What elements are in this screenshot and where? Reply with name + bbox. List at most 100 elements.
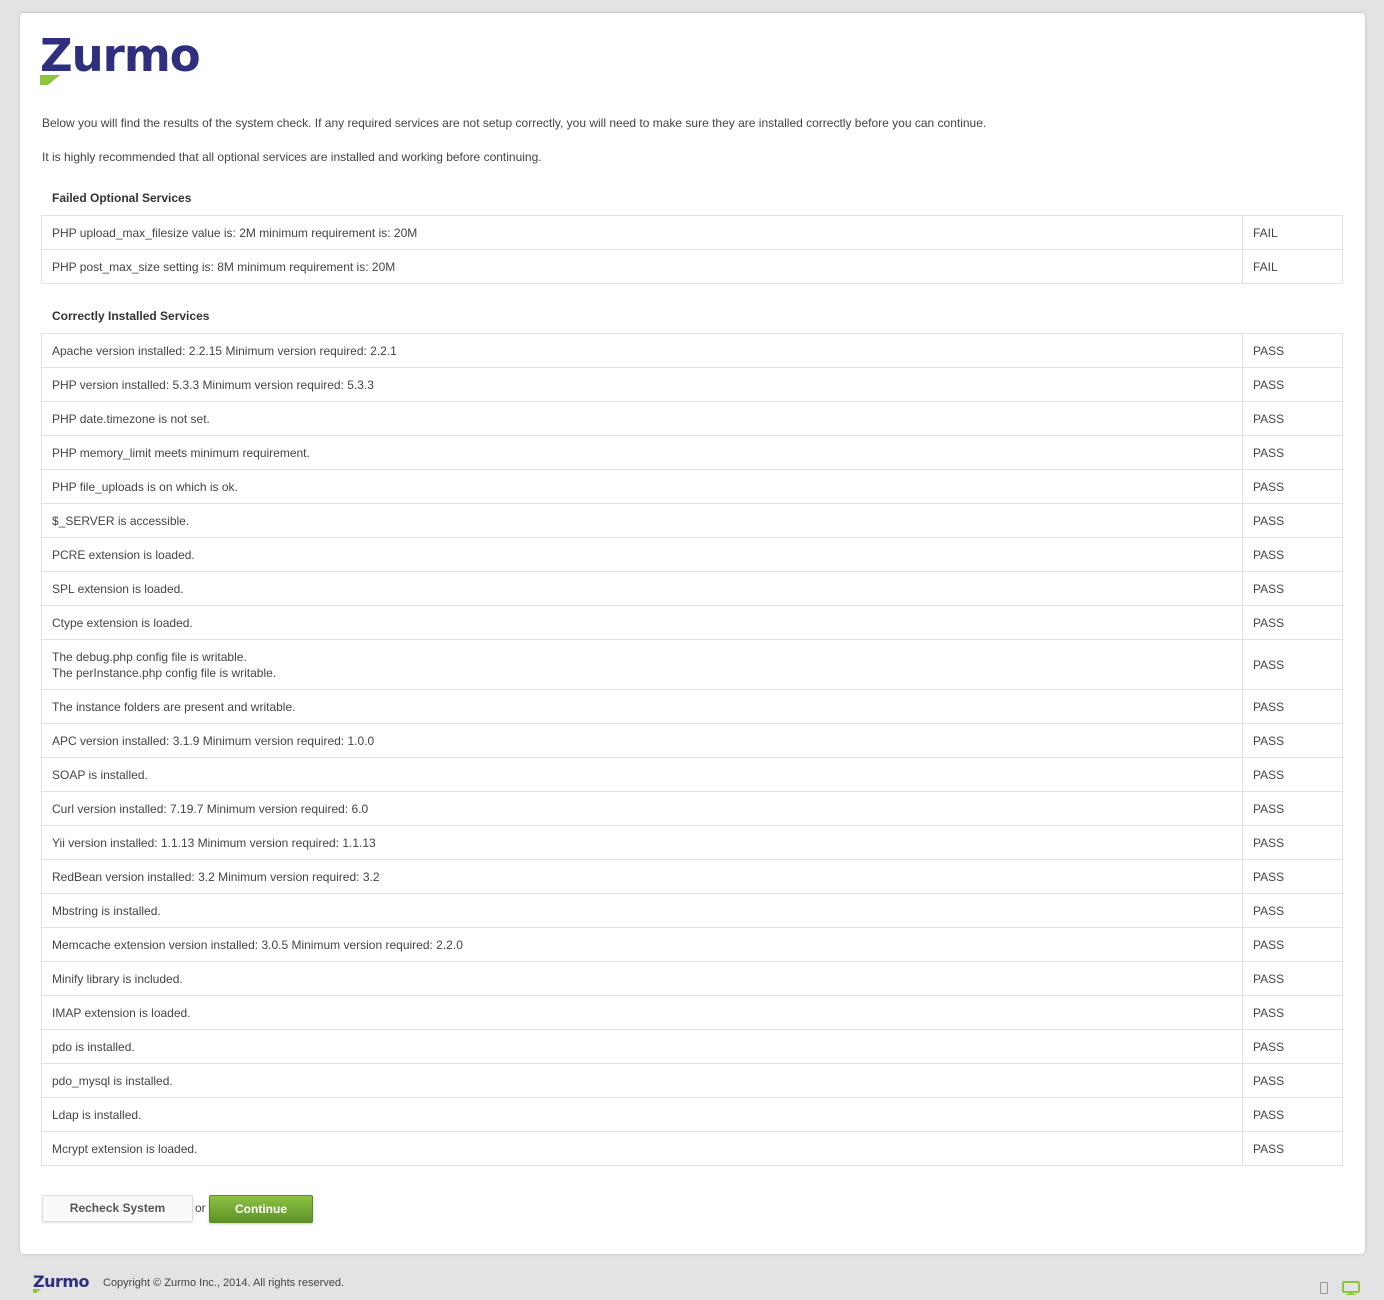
check-status: PASS: [1242, 961, 1343, 996]
check-label: Mbstring is installed.: [41, 893, 1243, 928]
check-label-text: APC version installed: 3.1.9 Minimum ver…: [52, 733, 375, 748]
check-status: PASS: [1242, 469, 1343, 504]
table-row: APC version installed: 3.1.9 Minimum ver…: [41, 723, 1343, 758]
table-row: PHP post_max_size setting is: 8M minimum…: [41, 249, 1343, 284]
check-status: PASS: [1242, 689, 1343, 724]
check-label-text: pdo is installed.: [52, 1039, 135, 1054]
check-label-text: RedBean version installed: 3.2 Minimum v…: [52, 869, 380, 884]
logo-text: Zurmo: [40, 29, 201, 82]
table-row: Mcrypt extension is loaded. PASS: [41, 1131, 1343, 1166]
table-row: pdo is installed. PASS: [41, 1029, 1343, 1064]
check-status: PASS: [1242, 537, 1343, 572]
check-label-text: Mbstring is installed.: [52, 903, 161, 918]
check-label: PHP memory_limit meets minimum requireme…: [41, 435, 1243, 470]
passed-services-table: Apache version installed: 2.2.15 Minimum…: [41, 333, 1343, 1166]
check-label: SPL extension is loaded.: [41, 571, 1243, 606]
check-label-text: Memcache extension version installed: 3.…: [52, 937, 463, 952]
check-status: FAIL: [1242, 215, 1343, 250]
footer-logo[interactable]: Zurmo: [33, 1272, 90, 1291]
table-row: Apache version installed: 2.2.15 Minimum…: [41, 333, 1343, 368]
check-label: RedBean version installed: 3.2 Minimum v…: [41, 859, 1243, 894]
check-label-text: SOAP is installed.: [52, 767, 148, 782]
continue-button[interactable]: Continue: [209, 1195, 313, 1223]
desktop-view-icon[interactable]: [1342, 1281, 1360, 1295]
check-label-text: Ctype extension is loaded.: [52, 615, 193, 630]
check-status: PASS: [1242, 723, 1343, 758]
check-label-text: PHP version installed: 5.3.3 Minimum ver…: [52, 377, 374, 392]
check-status: PASS: [1242, 757, 1343, 792]
table-row: Ldap is installed. PASS: [41, 1097, 1343, 1132]
intro-text-2: It is highly recommended that all option…: [42, 150, 542, 164]
check-label-text: PHP memory_limit meets minimum requireme…: [52, 445, 310, 460]
check-label: Mcrypt extension is loaded.: [41, 1131, 1243, 1166]
intro-text-1: Below you will find the results of the s…: [42, 116, 987, 130]
check-status: PASS: [1242, 825, 1343, 860]
check-status: PASS: [1242, 791, 1343, 826]
check-status: PASS: [1242, 859, 1343, 894]
check-label-text: PHP file_uploads is on which is ok.: [52, 479, 238, 494]
table-row: The instance folders are present and wri…: [41, 689, 1343, 724]
check-label-text: Curl version installed: 7.19.7 Minimum v…: [52, 801, 369, 816]
copyright-text: Copyright © Zurmo Inc., 2014. All rights…: [103, 1277, 345, 1289]
check-label-text: PHP upload_max_filesize value is: 2M min…: [52, 225, 418, 240]
check-label: pdo_mysql is installed.: [41, 1063, 1243, 1098]
table-row: Yii version installed: 1.1.13 Minimum ve…: [41, 825, 1343, 860]
check-label-text: The debug.php config file is writable.: [52, 649, 247, 664]
check-label-text: pdo_mysql is installed.: [52, 1073, 173, 1088]
logo-speech-tail: [40, 75, 60, 85]
check-status: PASS: [1242, 571, 1343, 606]
footer-logo-tail: [33, 1289, 41, 1293]
table-row: $_SERVER is accessible. PASS: [41, 503, 1343, 538]
check-label: Ctype extension is loaded.: [41, 605, 1243, 640]
table-row: RedBean version installed: 3.2 Minimum v…: [41, 859, 1343, 894]
table-row: The debug.php config file is writable. Th…: [41, 639, 1343, 690]
check-label-text: Apache version installed: 2.2.15 Minimum…: [52, 343, 397, 358]
table-row: SPL extension is loaded. PASS: [41, 571, 1343, 606]
failed-services-table: PHP upload_max_filesize value is: 2M min…: [41, 215, 1343, 284]
check-status: PASS: [1242, 503, 1343, 538]
check-label-text: PHP date.timezone is not set.: [52, 411, 210, 426]
check-label: Minify library is included.: [41, 961, 1243, 996]
check-label: pdo is installed.: [41, 1029, 1243, 1064]
check-status: PASS: [1242, 367, 1343, 402]
check-label-text: PHP post_max_size setting is: 8M minimum…: [52, 259, 396, 274]
check-label-text: The perInstance.php config file is writa…: [52, 665, 277, 680]
table-row: PHP date.timezone is not set. PASS: [41, 401, 1343, 436]
check-label: Curl version installed: 7.19.7 Minimum v…: [41, 791, 1243, 826]
check-status: FAIL: [1242, 249, 1343, 284]
check-label: Ldap is installed.: [41, 1097, 1243, 1132]
check-label-text: Yii version installed: 1.1.13 Minimum ve…: [52, 835, 376, 850]
table-row: Memcache extension version installed: 3.…: [41, 927, 1343, 962]
failed-section-title: Failed Optional Services: [52, 191, 192, 205]
check-label: IMAP extension is loaded.: [41, 995, 1243, 1030]
mobile-view-icon[interactable]: [1320, 1282, 1328, 1294]
table-row: PCRE extension is loaded. PASS: [41, 537, 1343, 572]
check-label: Memcache extension version installed: 3.…: [41, 927, 1243, 962]
check-label: PHP file_uploads is on which is ok.: [41, 469, 1243, 504]
check-label: Yii version installed: 1.1.13 Minimum ve…: [41, 825, 1243, 860]
check-status: PASS: [1242, 927, 1343, 962]
check-label: PHP version installed: 5.3.3 Minimum ver…: [41, 367, 1243, 402]
check-label-text: IMAP extension is loaded.: [52, 1005, 191, 1020]
check-label: PCRE extension is loaded.: [41, 537, 1243, 572]
check-label: The instance folders are present and wri…: [41, 689, 1243, 724]
table-row: PHP upload_max_filesize value is: 2M min…: [41, 215, 1343, 250]
table-row: Mbstring is installed. PASS: [41, 893, 1343, 928]
check-label-text: Mcrypt extension is loaded.: [52, 1141, 198, 1156]
table-row: SOAP is installed. PASS: [41, 757, 1343, 792]
check-status: PASS: [1242, 893, 1343, 928]
table-row: IMAP extension is loaded. PASS: [41, 995, 1343, 1030]
table-row: PHP version installed: 5.3.3 Minimum ver…: [41, 367, 1343, 402]
recheck-system-button[interactable]: Recheck System: [42, 1195, 193, 1222]
check-label-text: $_SERVER is accessible.: [52, 513, 190, 528]
check-label-text: Ldap is installed.: [52, 1107, 142, 1122]
check-status: PASS: [1242, 333, 1343, 368]
check-label-text: SPL extension is loaded.: [52, 581, 184, 596]
check-status: PASS: [1242, 1063, 1343, 1098]
check-status: PASS: [1242, 1029, 1343, 1064]
zurmo-logo: Zurmo: [40, 33, 212, 87]
check-label: PHP date.timezone is not set.: [41, 401, 1243, 436]
check-status: PASS: [1242, 435, 1343, 470]
check-label-text: The instance folders are present and wri…: [52, 699, 296, 714]
check-label-text: PCRE extension is loaded.: [52, 547, 195, 562]
